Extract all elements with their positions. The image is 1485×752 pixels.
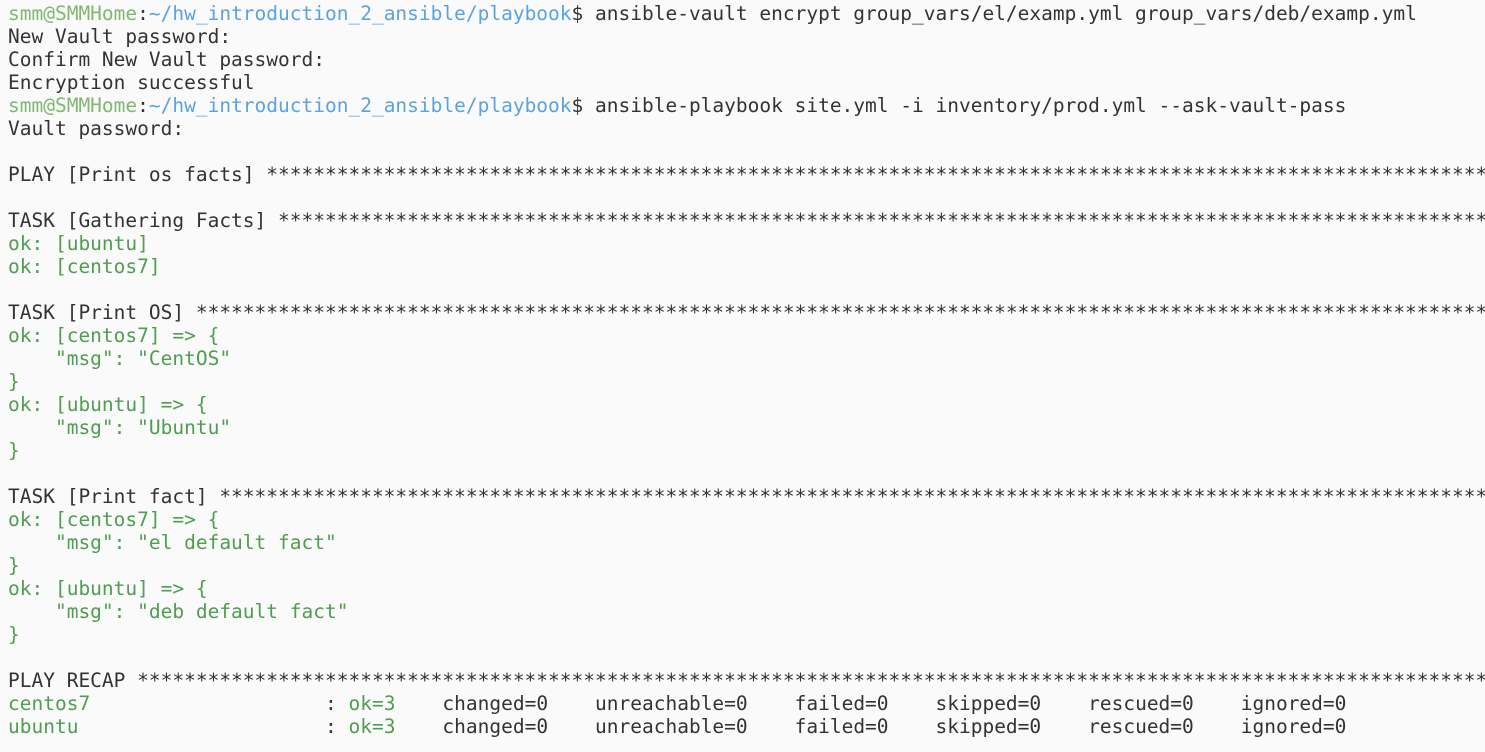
- output-text: TASK [Print fact] **********************…: [8, 485, 1485, 508]
- ok-output-line: ok: [centos7] => {: [8, 508, 1485, 531]
- recap-stats: changed=0 unreachable=0 failed=0 skipped…: [395, 692, 1347, 715]
- ok-output-text: ok: [centos7] => {: [8, 508, 220, 531]
- recap-row: ubuntu : ok=3 changed=0 unreachable=0 fa…: [8, 715, 1485, 738]
- ok-output-line: ok: [centos7]: [8, 255, 1485, 278]
- ok-output-text: "msg": "el default fact": [8, 531, 337, 554]
- prompt-line: smm@SMMHome:~/hw_introduction_2_ansible/…: [8, 2, 1485, 25]
- recap-host: centos7: [8, 692, 314, 715]
- prompt-separator: :: [137, 94, 149, 117]
- ok-output-line: "msg": "deb default fact": [8, 600, 1485, 623]
- ok-output-text: }: [8, 623, 20, 646]
- recap-separator: :: [313, 692, 349, 715]
- output-text: PLAY [Print os facts] ******************…: [8, 163, 1485, 186]
- recap-stats: changed=0 unreachable=0 failed=0 skipped…: [395, 715, 1347, 738]
- recap-host: ubuntu: [8, 715, 314, 738]
- ok-output-line: "msg": "el default fact": [8, 531, 1485, 554]
- ok-output-text: }: [8, 439, 20, 462]
- ok-output-text: "msg": "deb default fact": [8, 600, 349, 623]
- ok-output-text: }: [8, 370, 20, 393]
- prompt-symbol: $: [571, 2, 584, 25]
- prompt-symbol: $: [571, 94, 584, 117]
- ok-output-line: }: [8, 623, 1485, 646]
- prompt-line: smm@SMMHome:~/hw_introduction_2_ansible/…: [8, 94, 1485, 117]
- output-line: TASK [Gathering Facts] *****************…: [8, 209, 1485, 232]
- output-line: TASK [Print OS] ************************…: [8, 301, 1485, 324]
- prompt-path: ~/hw_introduction_2_ansible/playbook: [148, 2, 572, 25]
- ok-output-line: "msg": "Ubuntu": [8, 416, 1485, 439]
- output-text: TASK [Print OS] ************************…: [8, 301, 1485, 324]
- output-line: TASK [Print fact] **********************…: [8, 485, 1485, 508]
- ok-output-line: "msg": "CentOS": [8, 347, 1485, 370]
- ok-output-text: ok: [ubuntu] => {: [8, 577, 208, 600]
- ok-output-text: }: [8, 554, 20, 577]
- output-line: Encryption successful: [8, 71, 1485, 94]
- ok-output-line: ok: [ubuntu] => {: [8, 577, 1485, 600]
- recap-ok-count: ok=3: [348, 715, 396, 738]
- output-line: PLAY [Print os facts] ******************…: [8, 163, 1485, 186]
- output-line: New Vault password:: [8, 25, 1485, 48]
- prompt-user-host: smm@SMMHome: [8, 2, 138, 25]
- output-line: Vault password:: [8, 117, 1485, 140]
- ok-output-line: ok: [ubuntu] => {: [8, 393, 1485, 416]
- prompt-user-host: smm@SMMHome: [8, 94, 138, 117]
- ok-output-text: ok: [ubuntu]: [8, 232, 149, 255]
- ok-output-line: }: [8, 554, 1485, 577]
- command-text: ansible-vault encrypt group_vars/el/exam…: [583, 2, 1417, 25]
- ok-output-line: ok: [ubuntu]: [8, 232, 1485, 255]
- ok-output-text: ok: [centos7]: [8, 255, 161, 278]
- ok-output-line: }: [8, 439, 1485, 462]
- recap-ok-count: ok=3: [348, 692, 396, 715]
- ok-output-text: "msg": "CentOS": [8, 347, 232, 370]
- ok-output-line: }: [8, 370, 1485, 393]
- output-text: Vault password:: [8, 117, 185, 140]
- recap-separator: :: [313, 715, 349, 738]
- output-text: PLAY RECAP *****************************…: [8, 669, 1485, 692]
- command-text: ansible-playbook site.yml -i inventory/p…: [583, 94, 1347, 117]
- output-text: Confirm New Vault password:: [8, 48, 325, 71]
- ok-output-text: ok: [centos7] => {: [8, 324, 220, 347]
- output-line: Confirm New Vault password:: [8, 48, 1485, 71]
- ok-output-text: ok: [ubuntu] => {: [8, 393, 208, 416]
- output-text: Encryption successful: [8, 71, 255, 94]
- ok-output-text: "msg": "Ubuntu": [8, 416, 232, 439]
- terminal-window[interactable]: smm@SMMHome:~/hw_introduction_2_ansible/…: [0, 0, 1485, 752]
- recap-row: centos7 : ok=3 changed=0 unreachable=0 f…: [8, 692, 1485, 715]
- output-line: PLAY RECAP *****************************…: [8, 669, 1485, 692]
- prompt-separator: :: [137, 2, 149, 25]
- prompt-path: ~/hw_introduction_2_ansible/playbook: [148, 94, 572, 117]
- ok-output-line: ok: [centos7] => {: [8, 324, 1485, 347]
- output-text: TASK [Gathering Facts] *****************…: [8, 209, 1485, 232]
- output-text: New Vault password:: [8, 25, 232, 48]
